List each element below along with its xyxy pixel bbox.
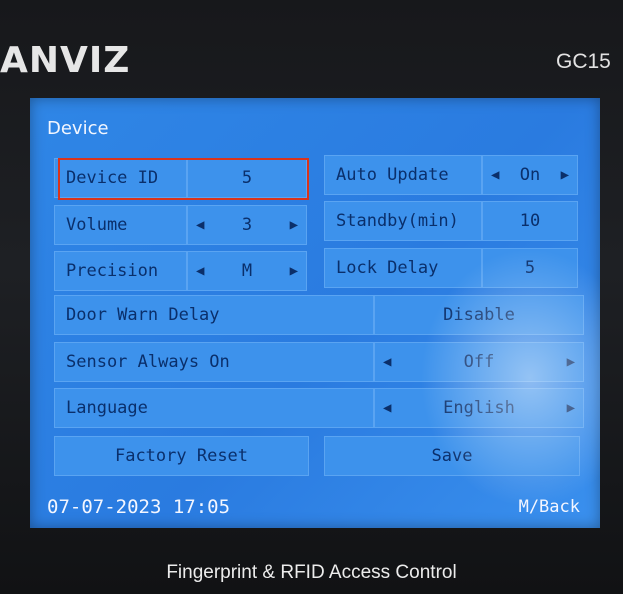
arrow-left-icon[interactable]: ◀ xyxy=(196,217,204,233)
lcd-screen: Device Device ID 5 Auto Update ◀ On ▶ Vo… xyxy=(30,98,600,528)
back-hint[interactable]: M/Back xyxy=(519,497,580,517)
language-value-cell[interactable]: ◀ English ▶ xyxy=(374,388,584,428)
brand-logo: ANVIZ xyxy=(0,40,131,81)
volume-value-cell[interactable]: ◀ 3 ▶ xyxy=(187,205,307,245)
language-value: English xyxy=(443,398,515,418)
model-label: GC15 xyxy=(556,50,611,73)
sensor-always-on-value-cell[interactable]: ◀ Off ▶ xyxy=(374,342,584,382)
volume-label[interactable]: Volume xyxy=(54,205,187,245)
precision-value-cell[interactable]: ◀ M ▶ xyxy=(187,251,307,291)
arrow-left-icon[interactable]: ◀ xyxy=(491,167,499,183)
lock-delay-label[interactable]: Lock Delay xyxy=(324,248,482,288)
row-volume: Volume ◀ 3 ▶ xyxy=(54,205,307,245)
arrow-right-icon[interactable]: ▶ xyxy=(290,263,298,279)
selection-highlight xyxy=(58,158,309,200)
factory-reset-button[interactable]: Factory Reset xyxy=(54,436,309,476)
arrow-right-icon[interactable]: ▶ xyxy=(290,217,298,233)
row-buttons: Factory Reset xyxy=(54,436,309,476)
auto-update-label[interactable]: Auto Update xyxy=(324,155,482,195)
datetime: 07-07-2023 17:05 xyxy=(47,496,231,518)
volume-value: 3 xyxy=(241,215,253,235)
sensor-always-on-value: Off xyxy=(463,352,495,372)
door-warn-delay-label[interactable]: Door Warn Delay xyxy=(54,295,374,335)
row-language: Language ◀ English ▶ xyxy=(54,388,584,428)
row-standby: Standby(min) 10 xyxy=(324,201,578,241)
arrow-left-icon[interactable]: ◀ xyxy=(383,400,391,416)
auto-update-value: On xyxy=(519,165,541,185)
row-lock-delay: Lock Delay 5 xyxy=(324,248,578,288)
screen-title: Device xyxy=(47,118,109,139)
language-label[interactable]: Language xyxy=(54,388,374,428)
row-door-warn-delay: Door Warn Delay Disable xyxy=(54,295,584,335)
sensor-always-on-label[interactable]: Sensor Always On xyxy=(54,342,374,382)
standby-value[interactable]: 10 xyxy=(482,201,578,241)
arrow-right-icon[interactable]: ▶ xyxy=(567,400,575,416)
door-warn-delay-value[interactable]: Disable xyxy=(374,295,584,335)
row-save: Save xyxy=(324,436,580,476)
arrow-left-icon[interactable]: ◀ xyxy=(196,263,204,279)
precision-value: M xyxy=(241,261,253,281)
precision-label[interactable]: Precision xyxy=(54,251,187,291)
auto-update-value-cell[interactable]: ◀ On ▶ xyxy=(482,155,578,195)
standby-label[interactable]: Standby(min) xyxy=(324,201,482,241)
arrow-right-icon[interactable]: ▶ xyxy=(567,354,575,370)
save-button[interactable]: Save xyxy=(324,436,580,476)
lock-delay-value[interactable]: 5 xyxy=(482,248,578,288)
arrow-left-icon[interactable]: ◀ xyxy=(383,354,391,370)
row-precision: Precision ◀ M ▶ xyxy=(54,251,307,291)
arrow-right-icon[interactable]: ▶ xyxy=(561,167,569,183)
device-caption: Fingerprint & RFID Access Control xyxy=(166,562,457,583)
row-auto-update: Auto Update ◀ On ▶ xyxy=(324,155,578,195)
row-sensor-always-on: Sensor Always On ◀ Off ▶ xyxy=(54,342,584,382)
